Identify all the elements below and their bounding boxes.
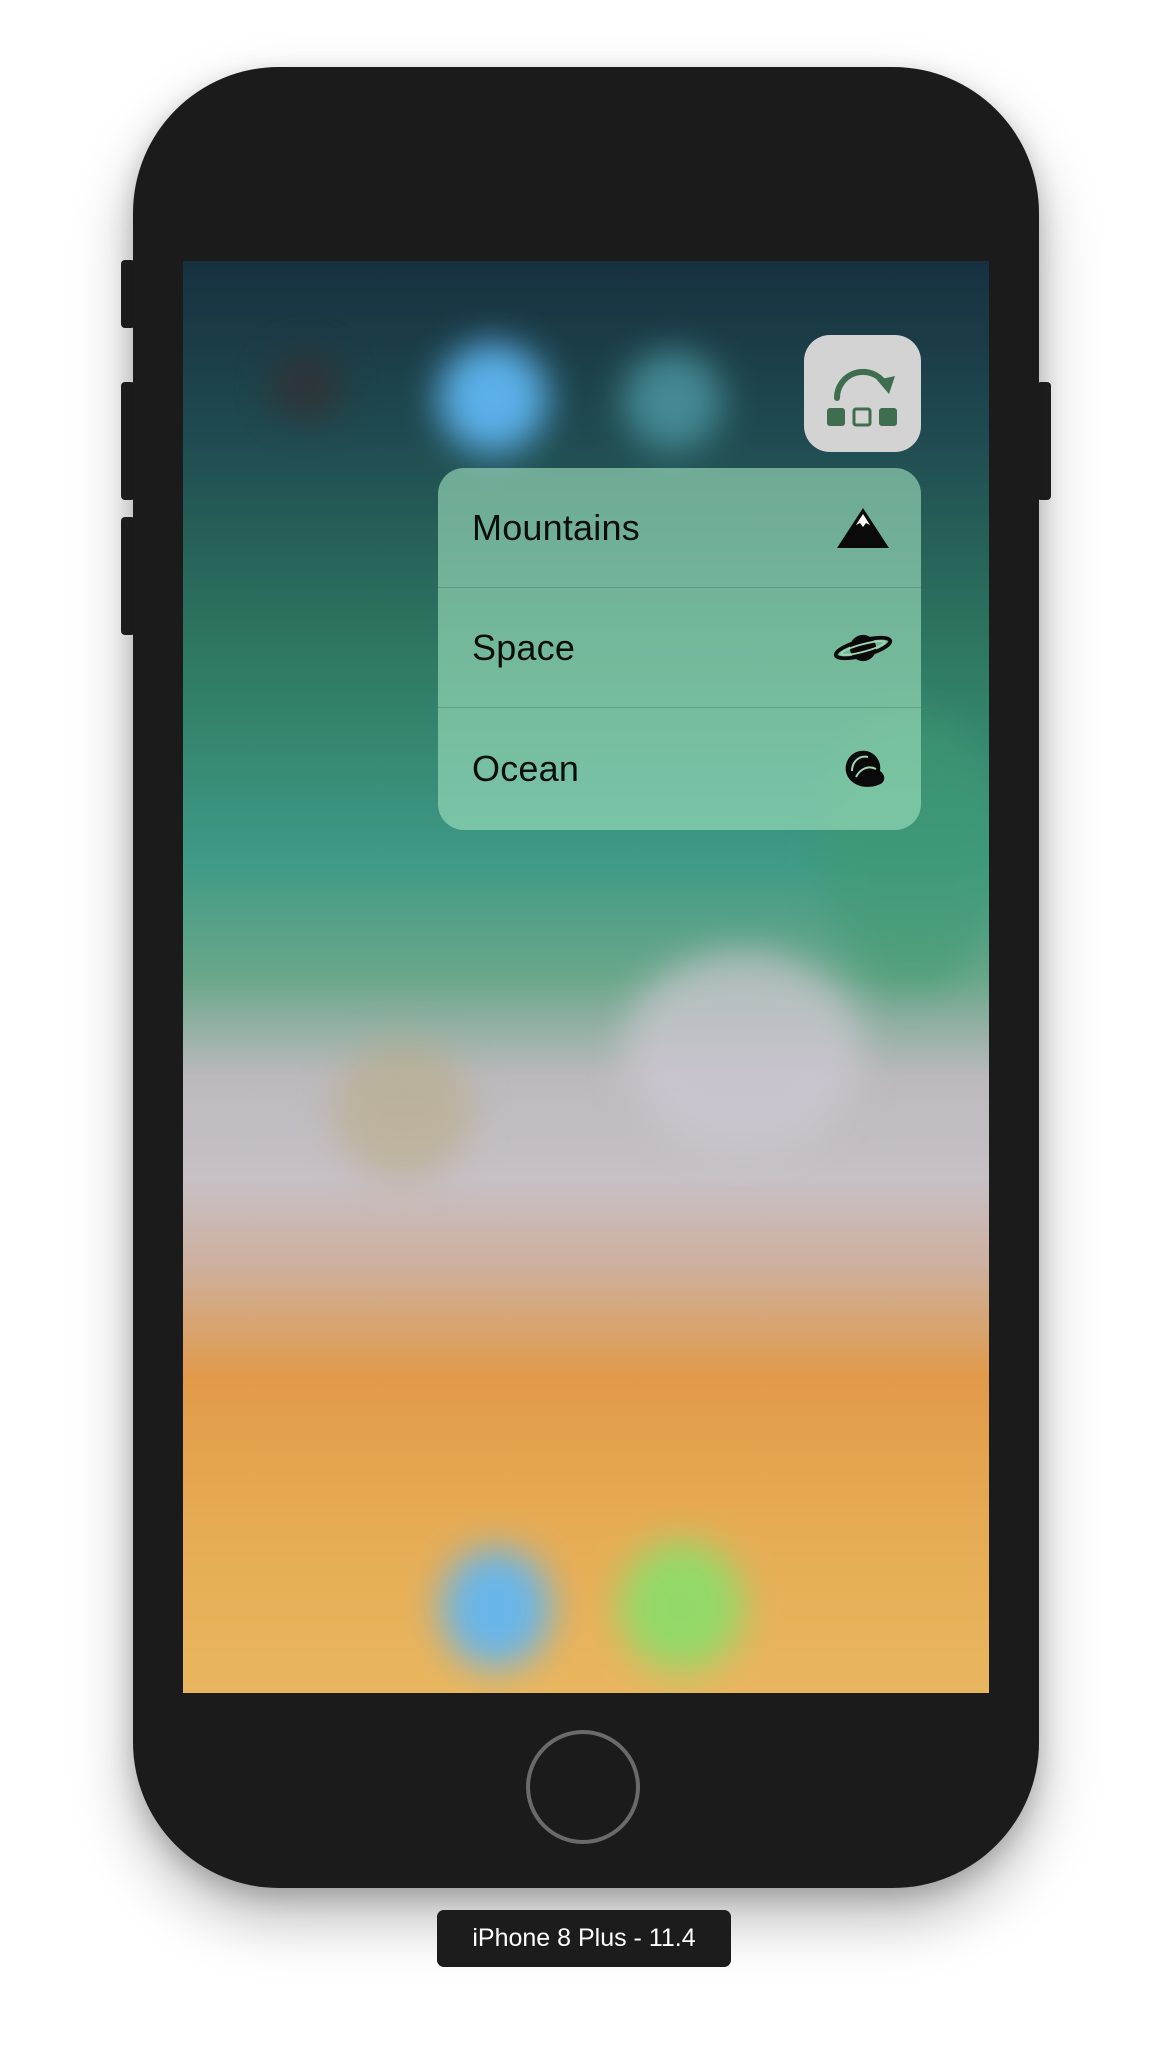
wallpaper-blur <box>623 951 863 1151</box>
app-icon[interactable] <box>804 335 921 452</box>
blurred-dock-icon <box>441 1548 551 1668</box>
blurred-app-icon <box>271 351 341 421</box>
blurred-app-icon <box>623 351 723 451</box>
blurred-dock-icon <box>619 1541 744 1671</box>
quick-actions-menu: Mountains Space Ocean <box>438 468 921 830</box>
quick-action-label: Space <box>472 626 576 668</box>
home-button[interactable] <box>526 1730 640 1844</box>
quick-action-label: Ocean <box>472 748 580 789</box>
quick-action-ocean[interactable]: Ocean <box>438 708 921 830</box>
power-button[interactable] <box>1037 382 1051 500</box>
seashell-icon <box>833 744 893 794</box>
rotate-arrow-squares-icon <box>826 368 897 426</box>
quick-action-mountains[interactable]: Mountains <box>438 468 921 588</box>
device-name-label: iPhone 8 Plus - 11.4 <box>437 1910 731 1967</box>
quick-action-label: Mountains <box>472 506 640 548</box>
mountain-icon <box>833 503 893 553</box>
wallpaper-blur <box>333 1041 473 1181</box>
simulator-window: Mountains Space Ocean iPhone 8 Plus - 11… <box>0 0 1172 2052</box>
screen: Mountains Space Ocean <box>183 261 989 1693</box>
quick-action-space[interactable]: Space <box>438 588 921 708</box>
blurred-app-icon <box>438 343 548 453</box>
planet-icon <box>833 623 893 673</box>
